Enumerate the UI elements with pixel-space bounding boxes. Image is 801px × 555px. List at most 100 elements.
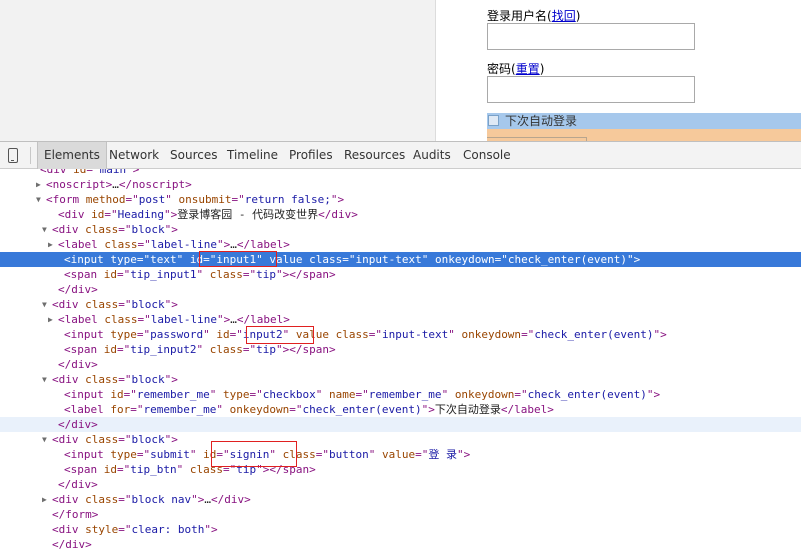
code-token: " xyxy=(269,448,283,461)
collapse-arrow-icon[interactable]: ▼ xyxy=(42,297,52,312)
expand-arrow-icon[interactable]: ▶ xyxy=(48,237,58,252)
code-token: check_enter(event) xyxy=(527,388,647,401)
tree-line[interactable]: <input type="password" id="input2" value… xyxy=(0,327,801,342)
code-token: =" xyxy=(117,268,131,281)
code-token: id xyxy=(110,388,124,401)
code-token: =" xyxy=(104,208,118,221)
code-token: "> xyxy=(421,403,435,416)
code-token: type xyxy=(110,253,137,266)
tree-line[interactable]: </div> xyxy=(0,537,801,552)
code-token: "> xyxy=(164,433,178,446)
code-token: " xyxy=(441,388,455,401)
tree-line[interactable]: ▼ <form method="post" onsubmit="return fa… xyxy=(0,192,801,207)
code-token: " xyxy=(256,253,270,266)
code-token: =" xyxy=(130,403,144,416)
code-token: "> xyxy=(627,253,641,266)
code-token: signin xyxy=(229,448,270,461)
tree-line[interactable]: <span id="tip_input1" class="tip"></span… xyxy=(0,267,801,282)
code-token: <div xyxy=(52,523,86,536)
password-input[interactable] xyxy=(487,76,695,103)
code-token: class xyxy=(309,253,343,266)
tab-timeline[interactable]: Timeline xyxy=(227,142,278,169)
collapse-arrow-icon[interactable]: ▼ xyxy=(42,372,52,387)
tab-elements[interactable]: Elements xyxy=(37,142,107,169)
collapse-arrow-icon[interactable]: ▼ xyxy=(42,222,52,237)
code-token: "> xyxy=(216,313,231,326)
code-token: =" xyxy=(368,328,382,341)
remember-me-label[interactable]: 下次自动登录 xyxy=(505,113,577,129)
code-token: label-line xyxy=(150,238,217,251)
code-token: block xyxy=(131,223,165,236)
tree-line[interactable]: <input type="submit" id="signin" class="… xyxy=(0,447,801,462)
tree-line[interactable]: ▼ <div class="block"> xyxy=(0,297,801,312)
code-token: "> xyxy=(204,523,218,536)
tree-line[interactable]: </form> xyxy=(0,507,801,522)
tree-line[interactable]: ▶ <label class="label-line">…</label> xyxy=(0,312,801,327)
code-token: <input xyxy=(64,253,111,266)
code-token: =" xyxy=(118,223,132,236)
code-token: tip_btn xyxy=(130,463,177,476)
code-token: </noscript> xyxy=(118,178,192,191)
tree-line[interactable]: ▼ <div class="block"> xyxy=(0,432,801,447)
tab-console[interactable]: Console xyxy=(463,142,511,169)
tab-profiles[interactable]: Profiles xyxy=(289,142,333,169)
code-token: " xyxy=(282,328,296,341)
tree-line[interactable]: ▼ <div class="block"> xyxy=(0,222,801,237)
device-mode-icon[interactable] xyxy=(8,148,18,163)
code-token: =" xyxy=(136,328,151,341)
tree-line[interactable]: ▶ <noscript>…</noscript> xyxy=(0,177,801,192)
code-token: </form> xyxy=(52,508,99,521)
tree-line[interactable]: <div id="main"> xyxy=(0,169,801,177)
expand-arrow-icon[interactable]: ▶ xyxy=(36,177,46,192)
collapse-arrow-icon[interactable]: ▼ xyxy=(42,432,52,447)
code-token: remember_me xyxy=(143,403,217,416)
code-token: <form xyxy=(46,193,86,206)
tree-line[interactable]: <div style="clear: both"> xyxy=(0,522,801,537)
tree-line[interactable]: ▼ <div class="block"> xyxy=(0,372,801,387)
code-token: </div> xyxy=(210,493,251,506)
tree-line[interactable]: ▶ <div class="block nav">…</div> xyxy=(0,492,801,507)
tab-network[interactable]: Network xyxy=(109,142,159,169)
reset-password-link[interactable]: 重置 xyxy=(516,62,540,76)
code-token: check_enter(event) xyxy=(534,328,654,341)
code-token: <div xyxy=(52,223,86,236)
tab-resources[interactable]: Resources xyxy=(344,142,405,169)
tree-line-selected[interactable]: <input type="text" id="input1" value cla… xyxy=(0,252,801,267)
code-token: " xyxy=(421,253,435,266)
remember-me-checkbox[interactable] xyxy=(488,115,499,126)
code-token: remember_me xyxy=(368,388,442,401)
tree-line[interactable]: <span id="tip_btn" class="tip"></span> xyxy=(0,462,801,477)
code-token: input1 xyxy=(216,253,257,266)
code-token: method xyxy=(85,193,126,206)
tree-line[interactable]: </div> xyxy=(0,417,801,432)
recover-username-link[interactable]: 找回 xyxy=(552,9,576,23)
code-token: class xyxy=(282,448,316,461)
code-token: =" xyxy=(118,373,132,386)
username-input[interactable] xyxy=(487,23,695,50)
code-token: =" xyxy=(521,328,535,341)
code-token: id xyxy=(216,328,230,341)
tree-line[interactable]: ▶ <label class="label-line">…</label> xyxy=(0,237,801,252)
tree-line[interactable]: <span id="tip_input2" class="tip"></span… xyxy=(0,342,801,357)
code-token: block xyxy=(131,373,165,386)
tree-line[interactable]: </div> xyxy=(0,282,801,297)
code-token: =" xyxy=(125,193,139,206)
tab-audits[interactable]: Audits xyxy=(413,142,451,169)
code-token: <div xyxy=(52,493,86,506)
code-token: 登 录 xyxy=(428,448,457,461)
expand-arrow-icon[interactable]: ▶ xyxy=(48,312,58,327)
tree-line[interactable]: <input id="remember_me" type="checkbox" … xyxy=(0,387,801,402)
collapse-arrow-icon[interactable]: ▼ xyxy=(36,192,46,207)
code-token: <input xyxy=(64,448,111,461)
code-token: </div> xyxy=(52,538,92,551)
tree-line[interactable]: <div id="Heading">登录博客园 - 代码改变世界</div> xyxy=(0,207,801,222)
tab-sources[interactable]: Sources xyxy=(170,142,217,169)
tree-line[interactable]: </div> xyxy=(0,357,801,372)
tree-line[interactable]: </div> xyxy=(0,477,801,492)
code-token: =" xyxy=(415,448,429,461)
expand-arrow-icon[interactable]: ▶ xyxy=(42,492,52,507)
code-token: </label> xyxy=(236,313,290,326)
tree-line[interactable]: <label for="remember_me" onkeydown="chec… xyxy=(0,402,801,417)
code-token: class xyxy=(85,223,119,236)
code-token: post xyxy=(138,193,166,206)
